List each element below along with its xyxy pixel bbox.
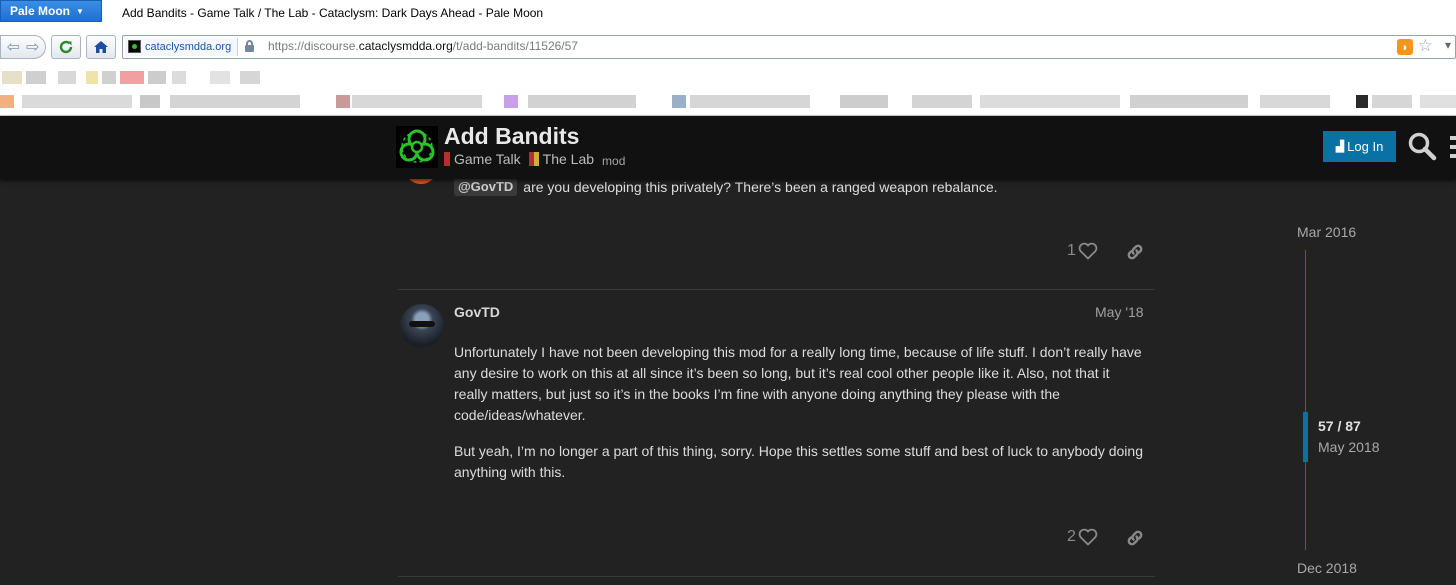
browser-titlebar: Pale Moon ▼ Add Bandits - Game Talk / The…	[0, 0, 1456, 30]
category-the-lab[interactable]: The Lab	[528, 151, 595, 167]
timeline-current-date: May 2018	[1318, 439, 1380, 455]
biohazard-logo-icon[interactable]	[396, 126, 438, 168]
category-label: Game Talk	[454, 151, 521, 167]
category-game-talk[interactable]: Game Talk	[444, 151, 521, 167]
heart-icon	[1078, 528, 1098, 546]
share-link-icon[interactable]	[1125, 242, 1145, 262]
login-button[interactable]: ▟ Log In	[1323, 131, 1396, 162]
post-divider	[398, 576, 1155, 577]
like-button[interactable]: 2	[1067, 528, 1098, 546]
bookmark-star-icon[interactable]: ☆	[1418, 36, 1433, 56]
timeline-track[interactable]	[1305, 250, 1306, 550]
timeline-position: 57 / 87	[1318, 418, 1361, 434]
navigation-toolbar: ⇦ ⇨ cataclysmdda.org https://discourse.ca…	[0, 30, 1456, 63]
chevron-down-icon[interactable]: ▾	[1445, 38, 1451, 52]
home-button[interactable]	[86, 35, 116, 59]
reload-button[interactable]	[51, 35, 81, 59]
bookmarks-toolbar-blurred	[0, 63, 1456, 116]
topic-tag[interactable]: mod	[602, 154, 625, 168]
post-text: @GovTD are you developing this privately…	[454, 177, 998, 196]
post-username[interactable]: GovTD	[454, 304, 500, 320]
share-link-icon[interactable]	[1125, 528, 1145, 548]
search-icon[interactable]	[1407, 131, 1437, 161]
rss-feed-icon[interactable]: ◗	[1397, 39, 1413, 55]
chevron-down-icon: ▼	[76, 7, 84, 16]
like-count: 2	[1067, 528, 1076, 545]
site-identity[interactable]: cataclysmdda.org	[125, 38, 239, 56]
user-icon: ▟	[1335, 141, 1345, 153]
post-body: Unfortunately I have not been developing…	[454, 342, 1144, 498]
lock-icon[interactable]	[245, 40, 254, 53]
back-arrow-icon[interactable]: ⇦	[7, 37, 20, 57]
site-favicon-icon	[128, 40, 141, 53]
home-icon	[94, 41, 108, 53]
post-paragraph: Unfortunately I have not been developing…	[454, 344, 1142, 423]
forward-arrow-icon[interactable]: ⇨	[26, 37, 39, 57]
category-label: The Lab	[542, 151, 595, 167]
avatar[interactable]	[400, 304, 444, 348]
post-date[interactable]: May '18	[1095, 304, 1144, 320]
reload-icon	[59, 40, 73, 54]
topic-title[interactable]: Add Bandits	[444, 123, 579, 150]
url-text[interactable]: https://discourse.cataclysmdda.org/t/add…	[268, 39, 578, 53]
back-forward-buttons[interactable]: ⇦ ⇨	[0, 35, 46, 59]
heart-icon	[1078, 242, 1098, 260]
topic-categories: Game Talk The Lab mod	[444, 150, 625, 168]
url-prefix: https://discourse.	[268, 39, 359, 53]
like-button[interactable]: 1	[1067, 242, 1098, 260]
url-path: /t/add-bandits/11526/57	[452, 39, 578, 53]
timeline-start-date[interactable]: Mar 2016	[1297, 224, 1356, 240]
category-color-swatch	[444, 152, 450, 166]
identity-domain: cataclysmdda.org	[145, 41, 232, 53]
timeline-end-date[interactable]: Dec 2018	[1297, 560, 1357, 576]
app-menu-label: Pale Moon	[10, 4, 71, 18]
app-menu-button[interactable]: Pale Moon ▼	[0, 0, 102, 22]
url-domain: cataclysmdda.org	[358, 39, 453, 53]
login-label: Log In	[1347, 139, 1384, 154]
hamburger-menu-icon[interactable]	[1450, 134, 1456, 160]
address-bar[interactable]: cataclysmdda.org https://discourse.catac…	[122, 35, 1456, 59]
post-divider	[398, 289, 1155, 290]
site-header: Add Bandits Game Talk The Lab mod ▟ Log …	[0, 116, 1456, 179]
window-title: Add Bandits - Game Talk / The Lab - Cata…	[122, 6, 544, 20]
post-paragraph: But yeah, I’m no longer a part of this t…	[454, 443, 1143, 480]
user-mention[interactable]: @GovTD	[454, 177, 518, 196]
category-color-swatch	[528, 152, 539, 166]
timeline-scroll-handle[interactable]	[1303, 412, 1308, 462]
post-text-content: are you developing this privately? There…	[523, 178, 998, 195]
like-count: 1	[1067, 242, 1076, 259]
